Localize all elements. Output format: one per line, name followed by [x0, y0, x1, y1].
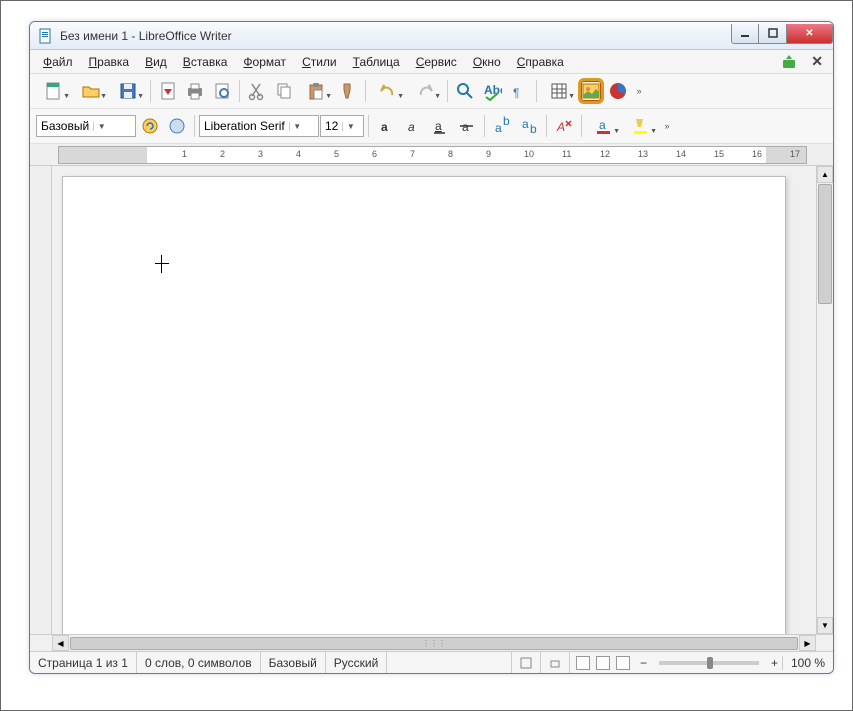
- save-button[interactable]: ▼: [110, 78, 146, 104]
- svg-text:a: a: [462, 120, 469, 134]
- formatting-toolbar: Базовый▼ Liberation Serif▼ 12▼ a a a a a…: [30, 109, 833, 144]
- italic-button[interactable]: a: [400, 113, 426, 139]
- svg-text:¶: ¶: [513, 86, 519, 100]
- insert-chart-button[interactable]: [605, 78, 631, 104]
- maximize-button[interactable]: [759, 24, 787, 44]
- highlight-color-button[interactable]: ▼: [623, 113, 659, 139]
- minimize-button[interactable]: [731, 24, 759, 44]
- menu-styles[interactable]: Стили: [295, 52, 344, 72]
- subscript-button[interactable]: ab: [516, 113, 542, 139]
- svg-text:a: a: [435, 119, 442, 133]
- insert-image-button[interactable]: [578, 78, 604, 104]
- svg-text:a: a: [599, 118, 606, 132]
- zoom-slider[interactable]: [659, 661, 759, 665]
- menu-edit[interactable]: Правка: [82, 52, 137, 72]
- paste-button[interactable]: ▼: [298, 78, 334, 104]
- menu-view[interactable]: Вид: [138, 52, 174, 72]
- status-insert-mode[interactable]: [482, 652, 512, 673]
- text-cursor: [161, 255, 162, 273]
- svg-text:A: A: [556, 120, 565, 134]
- toolbar-overflow-button[interactable]: »: [632, 78, 646, 104]
- font-size-combo[interactable]: 12▼: [320, 115, 364, 137]
- titlebar: Без имени 1 - LibreOffice Writer ✕: [30, 22, 833, 50]
- menu-window[interactable]: Окно: [466, 52, 508, 72]
- strikethrough-button[interactable]: a: [454, 113, 480, 139]
- single-page-icon[interactable]: [576, 656, 590, 670]
- font-name-combo[interactable]: Liberation Serif▼: [199, 115, 319, 137]
- open-button[interactable]: ▼: [73, 78, 109, 104]
- status-wordcount[interactable]: 0 слов, 0 символов: [137, 652, 261, 673]
- paragraph-style-combo[interactable]: Базовый▼: [36, 115, 136, 137]
- statusbar: Страница 1 из 1 0 слов, 0 символов Базов…: [30, 651, 833, 673]
- menu-help[interactable]: Справка: [510, 52, 571, 72]
- svg-text:a: a: [381, 120, 388, 134]
- status-style[interactable]: Базовый: [261, 652, 326, 673]
- document-page[interactable]: [62, 176, 786, 634]
- menu-file[interactable]: Файл: [36, 52, 80, 72]
- status-signature[interactable]: [541, 652, 570, 673]
- extension-icon[interactable]: [781, 54, 797, 70]
- standard-toolbar: ▼ ▼ ▼ ▼ ▼ ▼ Abc ¶ ▼ »: [30, 74, 833, 109]
- bold-button[interactable]: a: [373, 113, 399, 139]
- menubar: Файл Правка Вид Вставка Формат Стили Таб…: [30, 50, 833, 74]
- export-pdf-button[interactable]: [155, 78, 181, 104]
- superscript-button[interactable]: ab: [489, 113, 515, 139]
- undo-button[interactable]: ▼: [370, 78, 406, 104]
- document-icon: [38, 28, 54, 44]
- font-color-button[interactable]: a▼: [586, 113, 622, 139]
- horizontal-scrollbar[interactable]: ◀ ⋮⋮⋮ ▶: [30, 634, 833, 651]
- print-preview-button[interactable]: [209, 78, 235, 104]
- horizontal-ruler[interactable]: 1234567891011121314151617: [30, 144, 833, 166]
- new-style-button[interactable]: [164, 113, 190, 139]
- multi-page-icon[interactable]: [596, 656, 610, 670]
- spellcheck-button[interactable]: Abc: [479, 78, 505, 104]
- underline-button[interactable]: a: [427, 113, 453, 139]
- zoom-percent[interactable]: 100 %: [782, 656, 833, 670]
- close-button[interactable]: ✕: [787, 24, 833, 44]
- status-language[interactable]: Русский: [326, 652, 388, 673]
- view-layout-buttons[interactable]: [570, 656, 636, 670]
- window-title: Без имени 1 - LibreOffice Writer: [60, 29, 731, 43]
- print-button[interactable]: [182, 78, 208, 104]
- svg-text:a: a: [495, 121, 502, 135]
- insert-table-button[interactable]: ▼: [541, 78, 577, 104]
- cut-button[interactable]: [244, 78, 270, 104]
- menu-table[interactable]: Таблица: [346, 52, 407, 72]
- menu-tools[interactable]: Сервис: [409, 52, 464, 72]
- svg-text:a: a: [408, 120, 415, 134]
- zoom-out-button[interactable]: −: [636, 656, 651, 670]
- clear-formatting-button[interactable]: A: [551, 113, 577, 139]
- close-document-button[interactable]: ✕: [807, 53, 827, 70]
- svg-text:Abc: Abc: [484, 83, 502, 97]
- copy-button[interactable]: [271, 78, 297, 104]
- status-selection-mode[interactable]: [512, 652, 541, 673]
- menu-insert[interactable]: Вставка: [176, 52, 235, 72]
- menu-format[interactable]: Формат: [236, 52, 293, 72]
- toolbar2-overflow-button[interactable]: »: [660, 113, 674, 139]
- find-button[interactable]: [452, 78, 478, 104]
- format-paintbrush-button[interactable]: [335, 78, 361, 104]
- redo-button[interactable]: ▼: [407, 78, 443, 104]
- update-style-button[interactable]: [137, 113, 163, 139]
- formatting-marks-button[interactable]: ¶: [506, 78, 532, 104]
- new-button[interactable]: ▼: [36, 78, 72, 104]
- svg-text:b: b: [503, 116, 510, 128]
- vertical-scrollbar[interactable]: ▲ ▼: [816, 166, 833, 634]
- book-view-icon[interactable]: [616, 656, 630, 670]
- zoom-in-button[interactable]: +: [767, 656, 782, 670]
- vertical-ruler[interactable]: [30, 166, 52, 634]
- status-page[interactable]: Страница 1 из 1: [30, 652, 137, 673]
- svg-text:a: a: [522, 117, 529, 131]
- svg-text:b: b: [530, 122, 537, 136]
- app-window: Без имени 1 - LibreOffice Writer ✕ Файл …: [29, 21, 834, 674]
- document-area: ▲ ▼: [30, 166, 833, 634]
- text-cursor: [155, 263, 169, 264]
